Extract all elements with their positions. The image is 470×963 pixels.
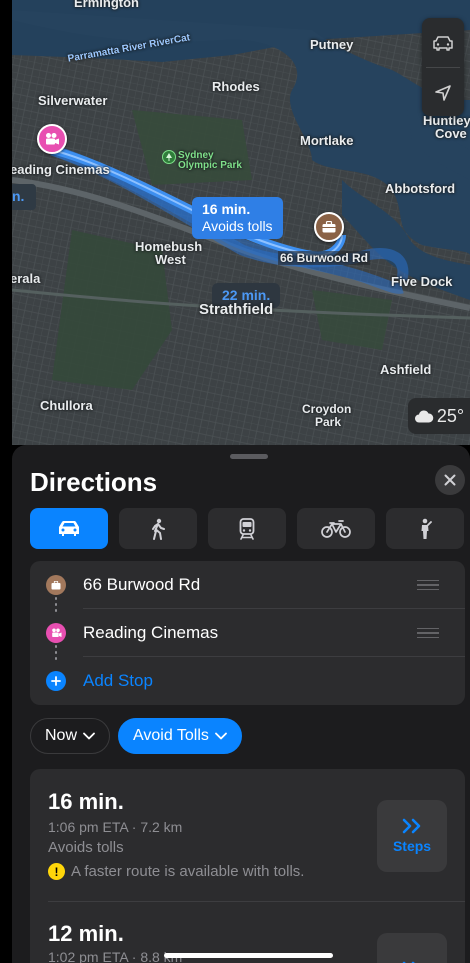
map-label-abbotsford: Abbotsford [385,181,456,196]
close-button[interactable] [435,465,465,495]
map-label-park: Park [315,415,342,429]
map-label-west: West [155,252,186,267]
route-list: 16 min. 1:06 pm ETA · 7.2 km Avoids toll… [30,769,465,963]
mode-rideshare-button[interactable] [386,508,464,549]
cinema-icon [46,623,66,643]
map-label-ermington: Ermington [74,0,139,10]
mode-drive-button[interactable] [30,508,108,549]
route-warning: ! A faster route is available with tolls… [48,863,304,880]
map-label-mortlake: Mortlake [300,133,354,148]
map-label-silverwater: Silverwater [38,93,108,108]
briefcase-icon [46,575,66,595]
person-icon [421,518,432,539]
depart-time-label: Now [45,727,78,744]
route-callout-note: Avoids tolls [202,218,273,234]
warning-icon: ! [48,863,65,880]
weather-badge: 25° [408,398,470,434]
steps-button[interactable] [377,933,447,963]
reorder-handle-icon[interactable] [417,577,439,594]
route-note: Avoids tolls [48,839,124,856]
stops-list: 66 Burwood Rd Reading Cinemas Add Stop [30,561,465,705]
transport-mode-button[interactable] [422,18,464,67]
train-icon [239,517,255,540]
route-time: 12 min. [48,921,124,946]
map-label-five-dock: Five Dock [391,274,453,289]
map-label-chullora: Chullora [40,398,93,413]
sheet-title: Directions [30,467,158,497]
mode-walk-button[interactable] [119,508,197,549]
route-time: 16 min. [48,789,124,814]
plus-icon [46,671,66,691]
reorder-handle-icon[interactable] [417,625,439,642]
steps-label: Steps [392,838,432,854]
map-controls [422,18,464,116]
stop-destination-label: Reading Cinemas [83,623,219,642]
map-label-strathfield: Strathfield [199,301,274,318]
map-label-ashfield: Ashfield [380,362,432,377]
mode-transit-button[interactable] [208,508,286,549]
stop-row-start[interactable]: 66 Burwood Rd [30,561,465,609]
map-label-putney: Putney [310,37,354,52]
map-label-erala: erala [12,271,41,286]
map-label-rhodes: Rhodes [212,79,260,94]
add-stop-button[interactable]: Add Stop [30,657,465,705]
map-label-burwood: 66 Burwood Rd [278,251,371,265]
map-view[interactable]: Ermington Parramatta River RiverCat Putn… [12,0,470,445]
cloud-icon [414,409,434,422]
depart-time-button[interactable]: Now [30,718,111,754]
directions-sheet: Directions 66 Burwood Rd Reading Cinemas… [12,445,470,963]
map-label-cove: Cove [435,126,467,141]
chevron-down-icon [215,732,227,740]
bicycle-icon [321,519,351,538]
offscreen-callout: n. [12,184,36,210]
map-label-reading-cinemas: eading Cinemas [12,162,110,177]
briefcase-icon [322,221,336,233]
close-icon [444,474,456,486]
reading-cinemas-pin[interactable] [37,124,67,154]
sheet-grabber[interactable] [230,454,268,459]
divider [48,901,465,902]
car-icon [59,521,79,536]
route-callout-primary[interactable]: 16 min. Avoids tolls [192,197,283,239]
add-stop-label: Add Stop [83,671,153,690]
route-callout-time: 16 min. [202,201,251,217]
chevron-down-icon [83,732,95,740]
stop-start-label: 66 Burwood Rd [83,575,201,594]
route-warning-text: A faster route is available with tolls. [71,863,305,880]
stop-row-destination[interactable]: Reading Cinemas [30,609,465,657]
burwood-pin[interactable] [314,212,344,242]
route-eta: 1:06 pm ETA · 7.2 km [48,819,183,835]
route-options: Now Avoid Tolls [30,718,242,754]
location-arrow-icon [435,84,451,101]
map-label-croydon: Croydon [302,402,352,416]
mode-cycle-button[interactable] [297,508,375,549]
route-eta: 1:02 pm ETA · 8.8 km [48,949,183,963]
map-label-olympic-park: Olympic Park [178,160,242,171]
home-indicator[interactable] [164,953,333,958]
steps-button[interactable]: Steps [377,800,447,872]
cinema-icon [46,133,59,145]
park-icon [162,150,176,164]
chevron-double-right-icon [402,818,421,834]
car-icon [433,35,453,51]
current-location-button[interactable] [422,68,464,117]
walk-icon [152,518,165,540]
transport-modes [30,508,470,549]
weather-temp: 25° [436,405,465,426]
avoid-tolls-label: Avoid Tolls [133,727,209,744]
avoid-tolls-button[interactable]: Avoid Tolls [118,718,242,754]
